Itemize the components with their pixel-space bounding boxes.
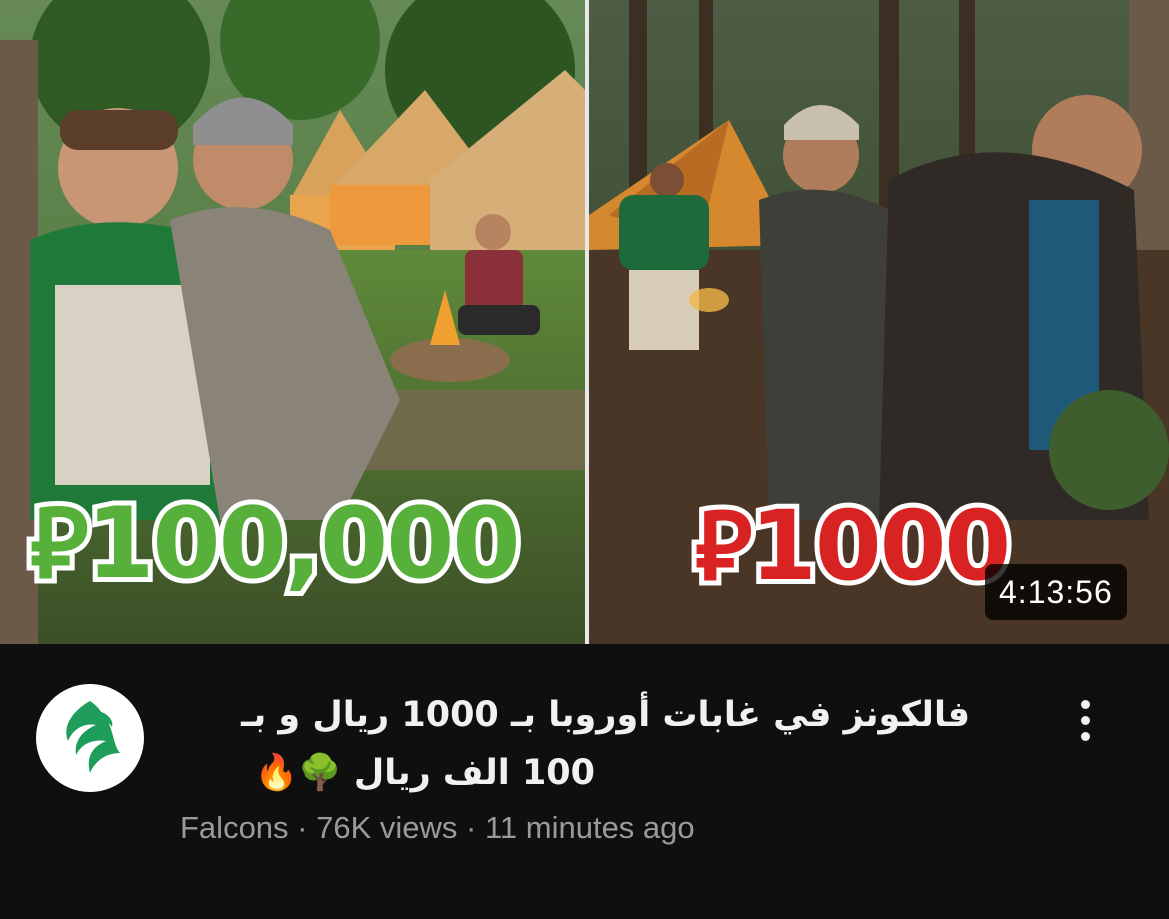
thumbnail-price-right: ⃁1000	[690, 490, 1016, 602]
video-title-line2-wrapper: 100 الف ريال 🌳🔥	[170, 744, 970, 802]
channel-name[interactable]: Falcons	[180, 810, 289, 845]
meta-separator: ·	[457, 810, 485, 845]
video-title-line1: فالكونز في غابات أوروبا بـ 1000 ريال و ب…	[241, 695, 970, 735]
video-title-line2: 100 الف ريال 🌳🔥	[254, 753, 595, 793]
more-vert-icon	[1080, 715, 1090, 725]
video-thumbnail[interactable]: ⃁100,000 ⃁1000 4:13:56	[0, 0, 1169, 644]
view-count: 76K views	[316, 810, 458, 845]
video-metadata: Falcons · 76K views · 11 minutes ago	[180, 810, 695, 846]
upload-age: 11 minutes ago	[484, 810, 695, 845]
thumbnail-price-left: ⃁100,000	[25, 487, 526, 601]
more-options-button[interactable]	[1062, 690, 1108, 750]
meta-separator: ·	[288, 810, 317, 845]
falcons-logo-icon	[66, 701, 120, 773]
video-duration-badge: 4:13:56	[985, 564, 1127, 620]
more-vert-icon	[1080, 731, 1090, 741]
channel-avatar[interactable]	[36, 684, 144, 792]
video-title[interactable]: فالكونز في غابات أوروبا بـ 1000 ريال و ب…	[170, 686, 970, 802]
more-vert-icon	[1080, 699, 1090, 709]
